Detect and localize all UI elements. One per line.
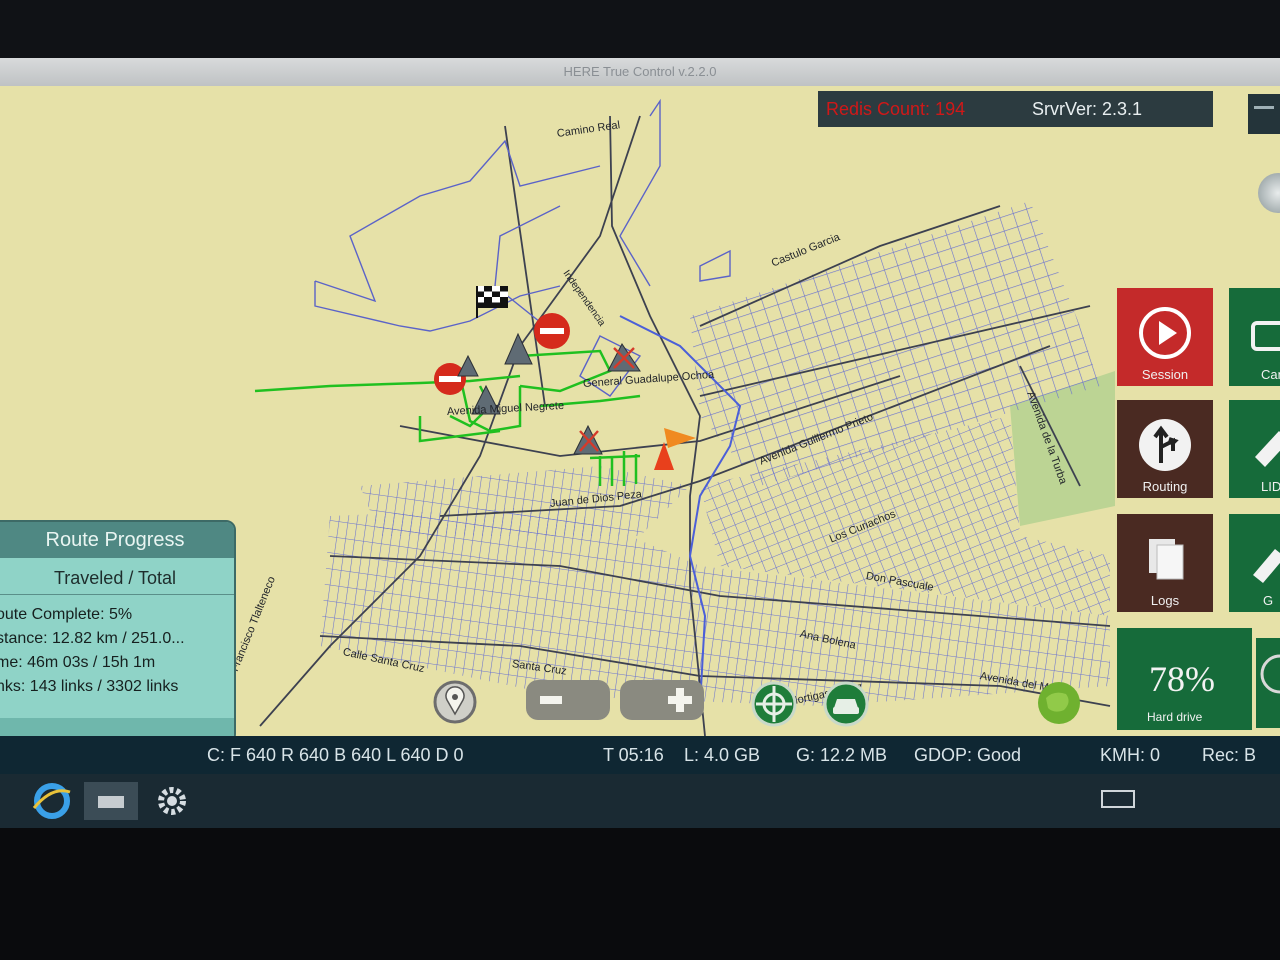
route-progress-title: Route Progress [0, 522, 234, 558]
system-tray [1100, 784, 1270, 814]
local-storage: L: 4.0 GB [684, 745, 761, 765]
monitor-bezel-top [0, 0, 1280, 58]
server-status-bar: Redis Count: 194 SrvrVer: 2.3.1 [818, 91, 1213, 127]
gear-icon[interactable] [152, 782, 192, 820]
app-screen: HERE True Control v.2.2.0 Camino Real Ca… [0, 58, 1280, 828]
gdop-status: GDOP: Good [914, 745, 1022, 765]
windows-taskbar [0, 774, 1280, 828]
speed-kmh: KMH: 0 [1100, 745, 1161, 765]
route-progress-panel: Route Progress Traveled / Total oute Com… [0, 520, 236, 744]
lidar-label: LID [1261, 479, 1280, 494]
server-version: SrvrVer: 2.3.1 [1032, 98, 1143, 119]
app-taskbar-button[interactable] [84, 782, 138, 820]
hard-drive-tile: 78% Hard drive [1117, 628, 1252, 730]
monitor-bezel-bottom [0, 828, 1280, 960]
hard-drive-gauge [1256, 638, 1280, 728]
lidar-icon [1255, 431, 1280, 467]
location-pin-icon[interactable] [433, 680, 477, 724]
routing-arrow-icon [1139, 419, 1191, 471]
recenter-icon[interactable] [750, 680, 798, 728]
drive-gauge-icon [1260, 654, 1280, 694]
route-progress-subtitle: Traveled / Total [0, 558, 234, 595]
redis-count: Redis Count: 194 [826, 98, 966, 119]
camera-button[interactable]: Cam [1229, 288, 1280, 386]
car-icon[interactable] [822, 680, 870, 728]
route-links: nks: 143 links / 3302 links [0, 678, 179, 695]
camera-icon [1251, 321, 1280, 351]
elapsed-time: T 05:16 [603, 745, 664, 765]
routing-button[interactable]: Routing [1117, 400, 1213, 498]
zoom-in-icon[interactable] [618, 678, 706, 722]
internet-explorer-icon[interactable] [30, 782, 74, 820]
g-button[interactable]: G [1229, 514, 1280, 612]
zoom-out-icon[interactable] [524, 678, 612, 722]
session-button[interactable]: Session [1117, 288, 1213, 386]
logs-label: Logs [1150, 593, 1180, 608]
menu-corner-button[interactable] [1248, 94, 1280, 134]
app-icon [98, 796, 124, 808]
camera-status: C: F 640 R 640 B 640 L 640 D 0 [207, 745, 464, 765]
session-label: Session [1141, 367, 1189, 382]
keyboard-icon[interactable] [1100, 788, 1136, 810]
sensor-icon [1253, 549, 1280, 583]
lidar-button[interactable]: LID [1229, 400, 1280, 498]
g-label: G [1263, 593, 1274, 608]
routing-label: Routing [1142, 479, 1188, 494]
orange-flag-icon [654, 428, 696, 470]
route-complete: oute Complete: 5% [0, 606, 133, 623]
window-title: HERE True Control v.2.2.0 [0, 58, 1280, 86]
hard-drive-percent: 78% [1149, 659, 1215, 699]
status-bar: C: F 640 R 640 B 640 L 640 D 0 T 05:16 L… [0, 736, 1280, 774]
camera-label: Cam [1261, 367, 1280, 382]
logs-button[interactable]: Logs [1117, 514, 1213, 612]
logs-document-icon [1149, 539, 1184, 580]
hard-drive-label: Hard drive [1147, 710, 1203, 724]
route-distance: stance: 12.82 km / 251.0... [0, 630, 185, 647]
finish-flag-icon [476, 286, 508, 318]
route-time: me: 46m 03s / 15h 1m [0, 654, 156, 671]
recording-status: Rec: B [1202, 745, 1257, 765]
play-icon [1139, 307, 1191, 359]
globe-icon[interactable] [1036, 680, 1082, 726]
global-storage: G: 12.2 MB [796, 745, 888, 765]
